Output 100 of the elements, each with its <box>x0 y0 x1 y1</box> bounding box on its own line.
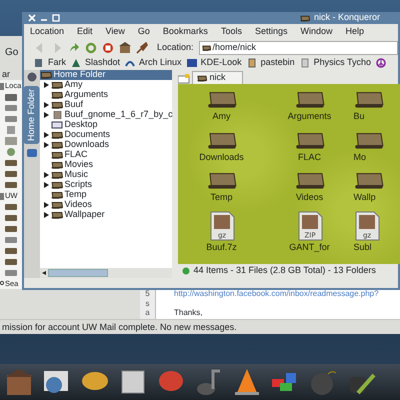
bookmark-link[interactable]: Slashdot <box>71 56 120 70</box>
search-icon <box>0 280 4 288</box>
expand-arrow-icon[interactable] <box>44 212 48 218</box>
bookmark-link[interactable]: KDE-Look <box>186 56 242 70</box>
drive-icon[interactable] <box>4 268 18 278</box>
expand-arrow-icon[interactable] <box>44 132 48 138</box>
tree-item[interactable]: Documents <box>40 130 172 140</box>
m-logo-icon[interactable] <box>26 148 37 158</box>
folder-icon[interactable] <box>4 246 18 256</box>
drive-icon[interactable] <box>4 102 18 112</box>
tree-item[interactable]: Music <box>40 170 172 180</box>
folder-icon[interactable] <box>4 202 18 212</box>
expand-arrow-icon[interactable] <box>44 82 48 88</box>
menu-item[interactable]: Help <box>346 25 364 39</box>
expand-arrow-icon[interactable] <box>44 182 48 188</box>
folder-icon[interactable] <box>4 168 18 178</box>
tree-item[interactable]: FLAC <box>40 150 172 160</box>
slash-logo-icon <box>71 58 81 68</box>
toolbar-label: ar <box>2 69 10 79</box>
bookmark-link[interactable]: Fark <box>34 56 66 70</box>
drive-icon[interactable] <box>4 114 18 124</box>
close-icon[interactable] <box>28 14 36 22</box>
menu-item[interactable]: Go <box>138 25 150 39</box>
gutter-mark: 5 <box>144 289 151 298</box>
disc-icon[interactable] <box>26 72 37 82</box>
up-arrow-icon[interactable] <box>68 42 80 54</box>
traffic-cone-icon[interactable] <box>232 367 262 397</box>
new-tab-icon[interactable] <box>178 74 190 84</box>
folder-icon <box>354 89 384 110</box>
inbox-icon[interactable] <box>4 92 18 102</box>
tree-item[interactable]: Scripts <box>40 180 172 190</box>
file-item[interactable]: Temp <box>178 168 266 204</box>
menu-item[interactable]: Edit <box>77 25 93 39</box>
expand-arrow-icon[interactable] <box>44 112 48 118</box>
file-item[interactable]: Videos <box>266 168 354 204</box>
folder-icon[interactable] <box>4 256 18 266</box>
tree-item[interactable]: Wallpaper <box>40 210 172 220</box>
expand-arrow-icon[interactable] <box>44 202 48 208</box>
menu-item[interactable]: Location <box>30 25 64 39</box>
tree-item[interactable]: Buuf_gnome_1_6_r7_by_c <box>40 110 172 120</box>
folder-icon <box>50 160 62 170</box>
globe-icon[interactable] <box>4 146 18 156</box>
broom-icon[interactable] <box>136 42 148 54</box>
stop-icon[interactable] <box>102 42 114 54</box>
menu-item[interactable]: Tools <box>220 25 242 39</box>
bookmark-link[interactable]: Arch Linux <box>125 56 182 70</box>
folder-icon <box>300 14 310 22</box>
file-item[interactable]: Amy <box>178 87 266 124</box>
drive-icon[interactable] <box>4 234 18 244</box>
sidebar-tab[interactable]: Home Folder <box>24 86 40 144</box>
folder-icon <box>50 140 62 150</box>
trash-icon[interactable] <box>4 124 18 134</box>
folder-icon[interactable] <box>4 180 18 190</box>
file-item[interactable]: Downloads <box>178 128 266 164</box>
peace-sign-icon[interactable] <box>376 58 386 68</box>
menu-item[interactable]: Go <box>5 47 18 58</box>
arch-icon <box>125 58 136 68</box>
file-item[interactable]: FLAC <box>266 128 354 164</box>
tree-item[interactable]: Amy <box>40 80 172 90</box>
folder-icon <box>202 44 211 52</box>
tree-item[interactable]: Downloads <box>40 140 172 150</box>
folder-icon <box>50 100 62 110</box>
picture-icon[interactable] <box>4 136 18 146</box>
location-field[interactable]: /home/nick <box>198 41 398 55</box>
expand-arrow-icon[interactable] <box>44 172 48 178</box>
file-item[interactable]: Bu <box>354 87 400 124</box>
tree-item[interactable]: Home Folder <box>40 70 172 80</box>
file-item[interactable]: Wallp <box>354 168 400 204</box>
folder-icon[interactable] <box>4 158 18 168</box>
menu-item[interactable]: Bookmarks <box>162 25 208 39</box>
menu-item[interactable]: Window <box>300 25 332 39</box>
tab[interactable]: nick <box>192 71 243 84</box>
horizontal-scrollbar[interactable] <box>40 268 172 278</box>
tree-item[interactable]: Desktop <box>40 120 172 130</box>
message-link[interactable]: http://washington.facebook.com/inbox/readmessage.php? <box>174 289 379 298</box>
reload-icon[interactable] <box>85 42 97 54</box>
gutter-mark: s <box>144 298 150 308</box>
bookmark-link[interactable]: pastebin <box>246 56 295 70</box>
expand-arrow-icon[interactable] <box>44 102 48 108</box>
folder-icon <box>50 190 62 200</box>
file-item[interactable]: Arguments <box>266 87 354 124</box>
folder-icon[interactable] <box>4 224 18 234</box>
menu-item[interactable]: View <box>106 25 125 39</box>
maximize-icon[interactable] <box>52 14 60 22</box>
file-item[interactable]: Mo <box>354 128 400 164</box>
bookmark-link[interactable]: Physics Tycho <box>300 56 371 70</box>
tree-item[interactable]: Temp <box>40 190 172 200</box>
expand-arrow-icon[interactable] <box>44 142 48 148</box>
tree-item[interactable]: Arguments <box>40 90 172 100</box>
tree-item[interactable]: Movies <box>40 160 172 170</box>
house-icon[interactable] <box>119 42 131 54</box>
folder-icon[interactable] <box>4 212 18 222</box>
folder-icon <box>40 70 52 80</box>
menu-item[interactable]: Settings <box>254 25 288 39</box>
desktop-icon <box>50 121 62 129</box>
folder-icon <box>50 90 62 100</box>
newspaper-icon <box>34 58 44 68</box>
tree-item[interactable]: Videos <box>40 200 172 210</box>
tree-item[interactable]: Buuf <box>40 100 172 110</box>
status-light-icon <box>182 267 190 275</box>
